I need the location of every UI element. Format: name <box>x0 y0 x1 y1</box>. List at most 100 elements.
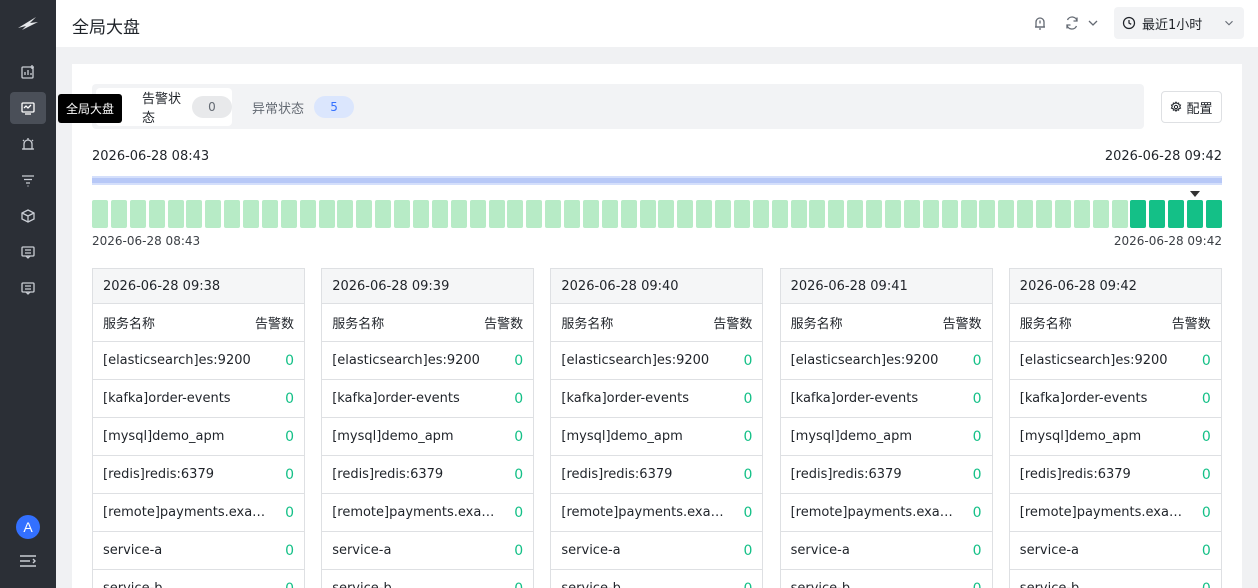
timeline-block[interactable] <box>1149 200 1166 228</box>
timeline-block[interactable] <box>828 200 845 228</box>
timeline-block[interactable] <box>752 200 769 228</box>
timeline-block[interactable] <box>469 200 486 228</box>
sidebar-item-chart-add[interactable] <box>10 56 46 88</box>
service-row[interactable]: [mysql]demo_apm 0 <box>93 418 304 456</box>
timeline-block[interactable] <box>1017 200 1034 228</box>
timeline-block[interactable] <box>564 200 581 228</box>
timeline-block[interactable] <box>922 200 939 228</box>
service-row[interactable]: [remote]payments.example.com 0 <box>322 494 534 532</box>
tab-abnormal-status[interactable]: 异常状态 5 <box>252 88 372 126</box>
timeline-block[interactable] <box>960 200 977 228</box>
timeline-block[interactable] <box>733 200 750 228</box>
timeline-block[interactable] <box>507 200 524 228</box>
timeline-block[interactable] <box>1206 200 1222 228</box>
service-row[interactable]: [elasticsearch]es:9200 0 <box>551 342 763 380</box>
service-row[interactable]: [elasticsearch]es:9200 0 <box>322 342 534 380</box>
service-row[interactable]: [elasticsearch]es:9200 0 <box>1009 342 1221 380</box>
timeline-block[interactable] <box>243 200 260 228</box>
timeline-block[interactable] <box>450 200 467 228</box>
avatar[interactable]: A <box>16 515 40 539</box>
timeline-block[interactable] <box>941 200 958 228</box>
service-row[interactable]: [mysql]demo_apm 0 <box>551 418 763 456</box>
timeline-block[interactable] <box>847 200 864 228</box>
timeline-block[interactable] <box>375 200 392 228</box>
timeline-block[interactable] <box>92 200 108 228</box>
service-row[interactable]: service-a 0 <box>93 532 304 570</box>
service-row[interactable]: [mysql]demo_apm 0 <box>780 418 992 456</box>
service-row[interactable]: [kafka]order-events 0 <box>780 380 992 418</box>
sidebar-item-message-alt[interactable] <box>10 272 46 304</box>
service-row[interactable]: service-b 0 <box>322 570 533 588</box>
service-row[interactable]: service-b 0 <box>93 570 304 588</box>
timeline-block[interactable] <box>129 200 146 228</box>
timeline-block[interactable] <box>677 200 694 228</box>
service-row[interactable]: [elasticsearch]es:9200 0 <box>780 342 992 380</box>
timeline-block[interactable] <box>601 200 618 228</box>
service-row[interactable]: service-b 0 <box>1010 570 1221 588</box>
service-row[interactable]: [kafka]order-events 0 <box>322 380 534 418</box>
logo-icon[interactable] <box>16 14 40 34</box>
timeline-block[interactable] <box>488 200 505 228</box>
service-row[interactable]: service-b 0 <box>551 570 762 588</box>
service-row[interactable]: service-a 0 <box>322 532 534 570</box>
timeline-block[interactable] <box>1054 200 1071 228</box>
service-row[interactable]: [redis]redis:6379 0 <box>1009 456 1221 494</box>
timeline-block[interactable] <box>620 200 637 228</box>
timeline-block[interactable] <box>1073 200 1090 228</box>
service-row[interactable]: [kafka]order-events 0 <box>551 380 763 418</box>
timeline-block[interactable] <box>356 200 373 228</box>
refresh-icon[interactable] <box>1064 15 1080 31</box>
service-row[interactable]: [remote]payments.example.com 0 <box>780 494 992 532</box>
service-row[interactable]: [remote]payments.example.com 0 <box>551 494 763 532</box>
timeline-block[interactable] <box>866 200 883 228</box>
timeline-block[interactable] <box>545 200 562 228</box>
timeline-block[interactable] <box>696 200 713 228</box>
timeline-block[interactable] <box>186 200 203 228</box>
bell-icon[interactable] <box>1032 15 1048 31</box>
service-row[interactable]: [redis]redis:6379 0 <box>322 456 534 494</box>
timeline-block[interactable] <box>526 200 543 228</box>
service-row[interactable]: [elasticsearch]es:9200 0 <box>93 342 304 380</box>
timeline-block[interactable] <box>639 200 656 228</box>
timeline-block[interactable] <box>715 200 732 228</box>
timeline-block[interactable] <box>1168 200 1185 228</box>
service-row[interactable]: [redis]redis:6379 0 <box>93 456 304 494</box>
timeline-block[interactable] <box>431 200 448 228</box>
service-row[interactable]: [remote]payments.example.com 0 <box>1009 494 1221 532</box>
timeline-block[interactable] <box>1111 200 1128 228</box>
timeline-block[interactable] <box>110 200 127 228</box>
timeline-block[interactable] <box>280 200 297 228</box>
timeline-block[interactable] <box>205 200 222 228</box>
time-range-slider[interactable] <box>92 176 1222 185</box>
timeline-block[interactable] <box>224 200 241 228</box>
service-row[interactable]: [mysql]demo_apm 0 <box>322 418 534 456</box>
timeline-block[interactable] <box>412 200 429 228</box>
timeline-block[interactable] <box>998 200 1015 228</box>
service-row[interactable]: [mysql]demo_apm 0 <box>1009 418 1221 456</box>
service-row[interactable]: service-a 0 <box>780 532 992 570</box>
service-row[interactable]: service-b 0 <box>781 570 992 588</box>
timeline-block[interactable] <box>658 200 675 228</box>
service-row[interactable]: [redis]redis:6379 0 <box>780 456 992 494</box>
service-row[interactable]: [redis]redis:6379 0 <box>551 456 763 494</box>
time-range-select[interactable]: 最近1小时 <box>1114 7 1244 39</box>
timeline-block[interactable] <box>148 200 165 228</box>
sidebar-item-alarm[interactable] <box>10 128 46 160</box>
timeline-block[interactable] <box>979 200 996 228</box>
service-row[interactable]: [kafka]order-events 0 <box>93 380 304 418</box>
timeline-block[interactable] <box>337 200 354 228</box>
config-button[interactable]: 配置 <box>1161 91 1222 123</box>
service-row[interactable]: service-a 0 <box>551 532 763 570</box>
sidebar-item-message[interactable] <box>10 236 46 268</box>
sidebar-item-filter[interactable] <box>10 164 46 196</box>
service-row[interactable]: service-a 0 <box>1009 532 1221 570</box>
timeline-block[interactable] <box>885 200 902 228</box>
timeline-block[interactable] <box>790 200 807 228</box>
timeline-block[interactable] <box>167 200 184 228</box>
chevron-down-icon[interactable] <box>1085 15 1101 31</box>
timeline-block[interactable] <box>1036 200 1053 228</box>
timeline-block[interactable] <box>903 200 920 228</box>
timeline-block[interactable] <box>299 200 316 228</box>
timeline-block[interactable] <box>1130 200 1147 228</box>
timeline-block[interactable] <box>582 200 599 228</box>
